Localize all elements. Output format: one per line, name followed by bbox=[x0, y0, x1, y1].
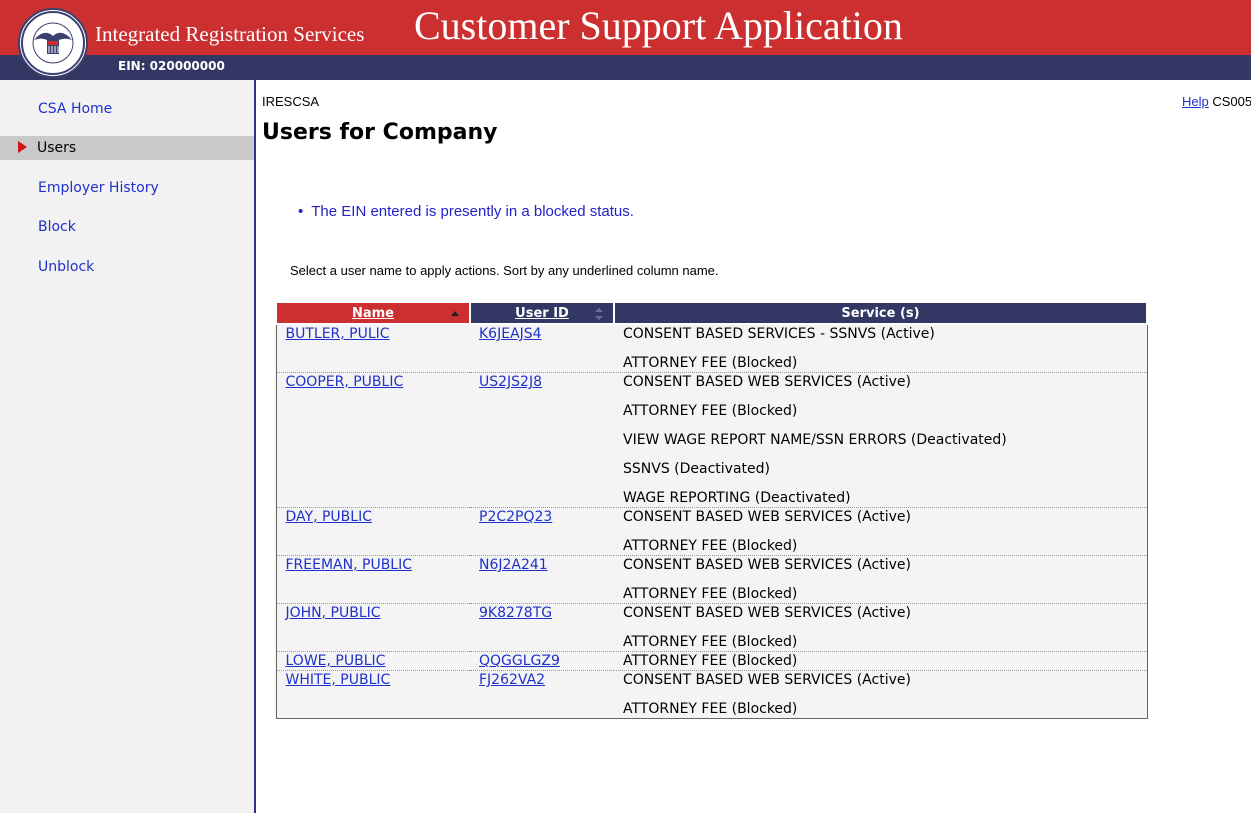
user-id-link[interactable]: N6J2A241 bbox=[479, 556, 614, 574]
user-name-link[interactable]: FREEMAN, PUBLIC bbox=[286, 556, 471, 574]
service-entry: SSNVS (Deactivated) bbox=[623, 461, 770, 477]
service-entry: ATTORNEY FEE (Blocked) bbox=[623, 634, 798, 650]
column-header-user-id[interactable]: User ID bbox=[469, 301, 615, 325]
services-cell: CONSENT BASED WEB SERVICES (Active) ATTOR… bbox=[614, 372, 1147, 508]
table-row: JOHN, PUBLIC 9K8278TG CONSENT BASED WEB SE… bbox=[276, 603, 1147, 652]
table-row: FREEMAN, PUBLIC N6J2A241 CONSENT BASED WEB… bbox=[276, 555, 1147, 604]
user-id-link[interactable]: K6JEAJS4 bbox=[479, 325, 614, 343]
service-entry: CONSENT BASED WEB SERVICES (Active) bbox=[623, 672, 911, 688]
app-title: Customer Support Application bbox=[414, 3, 903, 48]
help-link[interactable]: Help bbox=[1182, 94, 1209, 109]
user-name-link[interactable]: LOWE, PUBLIC bbox=[286, 652, 471, 670]
user-name-link[interactable]: DAY, PUBLIC bbox=[286, 508, 471, 526]
service-entry: WAGE REPORTING (Deactivated) bbox=[623, 490, 851, 506]
name-cell: DAY, PUBLIC bbox=[276, 507, 471, 556]
service-entry: CONSENT BASED SERVICES - SSNVS (Active) bbox=[623, 326, 935, 342]
column-header-name[interactable]: Name bbox=[275, 301, 471, 325]
name-cell: FREEMAN, PUBLIC bbox=[276, 555, 471, 604]
app-subtitle: Integrated Registration Services bbox=[95, 22, 365, 46]
services-cell: CONSENT BASED WEB SERVICES (Active) ATTOR… bbox=[614, 603, 1147, 652]
sidebar-item-users[interactable]: Users bbox=[0, 136, 254, 160]
user-id-link[interactable]: FJ262VA2 bbox=[479, 671, 614, 689]
user-name-link[interactable]: WHITE, PUBLIC bbox=[286, 671, 471, 689]
sort-ascending-icon bbox=[451, 311, 459, 316]
sidebar-item-label: Users bbox=[37, 140, 77, 156]
app-header: Integrated Registration Services Custome… bbox=[0, 0, 1251, 80]
services-cell: CONSENT BASED WEB SERVICES (Active) ATTOR… bbox=[614, 555, 1147, 604]
user-id-cell: P2C2PQ23 bbox=[470, 507, 614, 556]
sidebar-item-block[interactable]: Block bbox=[0, 215, 254, 239]
name-cell: WHITE, PUBLIC bbox=[276, 671, 470, 719]
table-row: DAY, PUBLIC P2C2PQ23 CONSENT BASED WEB SER… bbox=[276, 507, 1147, 556]
name-cell: COOPER, PUBLIC bbox=[276, 372, 471, 508]
services-cell: ATTORNEY FEE (Blocked) bbox=[614, 651, 1147, 671]
column-header-label: Service (s) bbox=[841, 305, 920, 321]
table-header-row: Name User ID Service (s) bbox=[275, 301, 1148, 325]
table-row: WHITE, PUBLIC FJ262VA2 CONSENT BASED WEB S… bbox=[276, 671, 1147, 719]
ssa-seal-logo-icon bbox=[18, 8, 88, 78]
user-name-link[interactable]: COOPER, PUBLIC bbox=[286, 373, 471, 391]
breadcrumb: IRESCSA bbox=[262, 94, 320, 109]
users-table: Name User ID Service (s) BUTLER, PULIC K6… bbox=[275, 301, 1148, 719]
name-cell: LOWE, PUBLIC bbox=[276, 651, 471, 671]
sidebar-nav: CSA Home Users Employer History Block Un… bbox=[0, 80, 256, 813]
column-header-label: User ID bbox=[515, 305, 569, 321]
user-id-cell: 9K8278TG bbox=[470, 603, 614, 652]
instructions-text: Select a user name to apply actions. Sor… bbox=[290, 263, 719, 278]
table-row: BUTLER, PULIC K6JEAJS4 CONSENT BASED SERVI… bbox=[276, 324, 1147, 373]
service-entry: ATTORNEY FEE (Blocked) bbox=[623, 355, 798, 371]
table-row: LOWE, PUBLIC QQGGLGZ9 ATTORNEY FEE (Blocke… bbox=[276, 651, 1147, 671]
name-cell: BUTLER, PULIC bbox=[276, 324, 470, 373]
service-entry: CONSENT BASED WEB SERVICES (Active) bbox=[623, 374, 911, 390]
service-entry: VIEW WAGE REPORT NAME/SSN ERRORS (Deacti… bbox=[623, 432, 1007, 448]
page-title: Users for Company bbox=[262, 120, 498, 145]
screen-code: CS005 bbox=[1212, 94, 1251, 109]
service-entry: ATTORNEY FEE (Blocked) bbox=[623, 653, 798, 669]
user-id-link[interactable]: 9K8278TG bbox=[479, 604, 614, 622]
sidebar-item-label: Block bbox=[38, 219, 76, 235]
user-id-link[interactable]: P2C2PQ23 bbox=[479, 508, 614, 526]
service-entry: ATTORNEY FEE (Blocked) bbox=[623, 701, 798, 717]
table-body: BUTLER, PULIC K6JEAJS4 CONSENT BASED SERVI… bbox=[276, 324, 1147, 719]
sidebar-item-label: Unblock bbox=[38, 259, 95, 275]
user-name-link[interactable]: BUTLER, PULIC bbox=[286, 325, 471, 343]
services-cell: CONSENT BASED SERVICES - SSNVS (Active) A… bbox=[614, 324, 1147, 373]
user-id-cell: US2JS2J8 bbox=[470, 372, 614, 508]
user-id-cell: FJ262VA2 bbox=[470, 671, 614, 719]
service-entry: ATTORNEY FEE (Blocked) bbox=[623, 403, 798, 419]
help-area: Help CS005 bbox=[1182, 94, 1251, 109]
current-page-arrow-icon bbox=[18, 141, 27, 153]
service-entry: CONSENT BASED WEB SERVICES (Active) bbox=[623, 509, 911, 525]
services-cell: CONSENT BASED WEB SERVICES (Active) ATTOR… bbox=[614, 671, 1147, 719]
service-entry: CONSENT BASED WEB SERVICES (Active) bbox=[623, 557, 911, 573]
services-cell: CONSENT BASED WEB SERVICES (Active) ATTOR… bbox=[614, 507, 1147, 556]
table-row: COOPER, PUBLIC US2JS2J8 CONSENT BASED WEB … bbox=[276, 372, 1147, 508]
sidebar-item-csa-home[interactable]: CSA Home bbox=[0, 97, 254, 121]
user-id-cell: QQGGLGZ9 bbox=[470, 651, 614, 671]
ein-label: EIN: 020000000 bbox=[118, 59, 225, 73]
service-entry: ATTORNEY FEE (Blocked) bbox=[623, 586, 798, 602]
sidebar-item-unblock[interactable]: Unblock bbox=[0, 255, 254, 279]
column-header-label: Name bbox=[351, 305, 394, 321]
sidebar-item-label: CSA Home bbox=[38, 101, 113, 117]
sidebar-item-label: Employer History bbox=[38, 180, 159, 196]
user-id-link[interactable]: US2JS2J8 bbox=[479, 373, 614, 391]
user-name-link[interactable]: JOHN, PUBLIC bbox=[286, 604, 471, 622]
user-id-cell: N6J2A241 bbox=[470, 555, 614, 604]
service-entry: CONSENT BASED WEB SERVICES (Active) bbox=[623, 605, 911, 621]
column-header-services: Service (s) bbox=[613, 301, 1148, 325]
service-entry: ATTORNEY FEE (Blocked) bbox=[623, 538, 798, 554]
user-id-cell: K6JEAJS4 bbox=[470, 324, 614, 373]
sidebar-item-employer-history[interactable]: Employer History bbox=[0, 176, 254, 200]
name-cell: JOHN, PUBLIC bbox=[276, 603, 471, 652]
user-id-link[interactable]: QQGGLGZ9 bbox=[479, 652, 614, 670]
status-message: The EIN entered is presently in a blocke… bbox=[298, 203, 634, 220]
sort-unsorted-icon bbox=[595, 308, 603, 320]
